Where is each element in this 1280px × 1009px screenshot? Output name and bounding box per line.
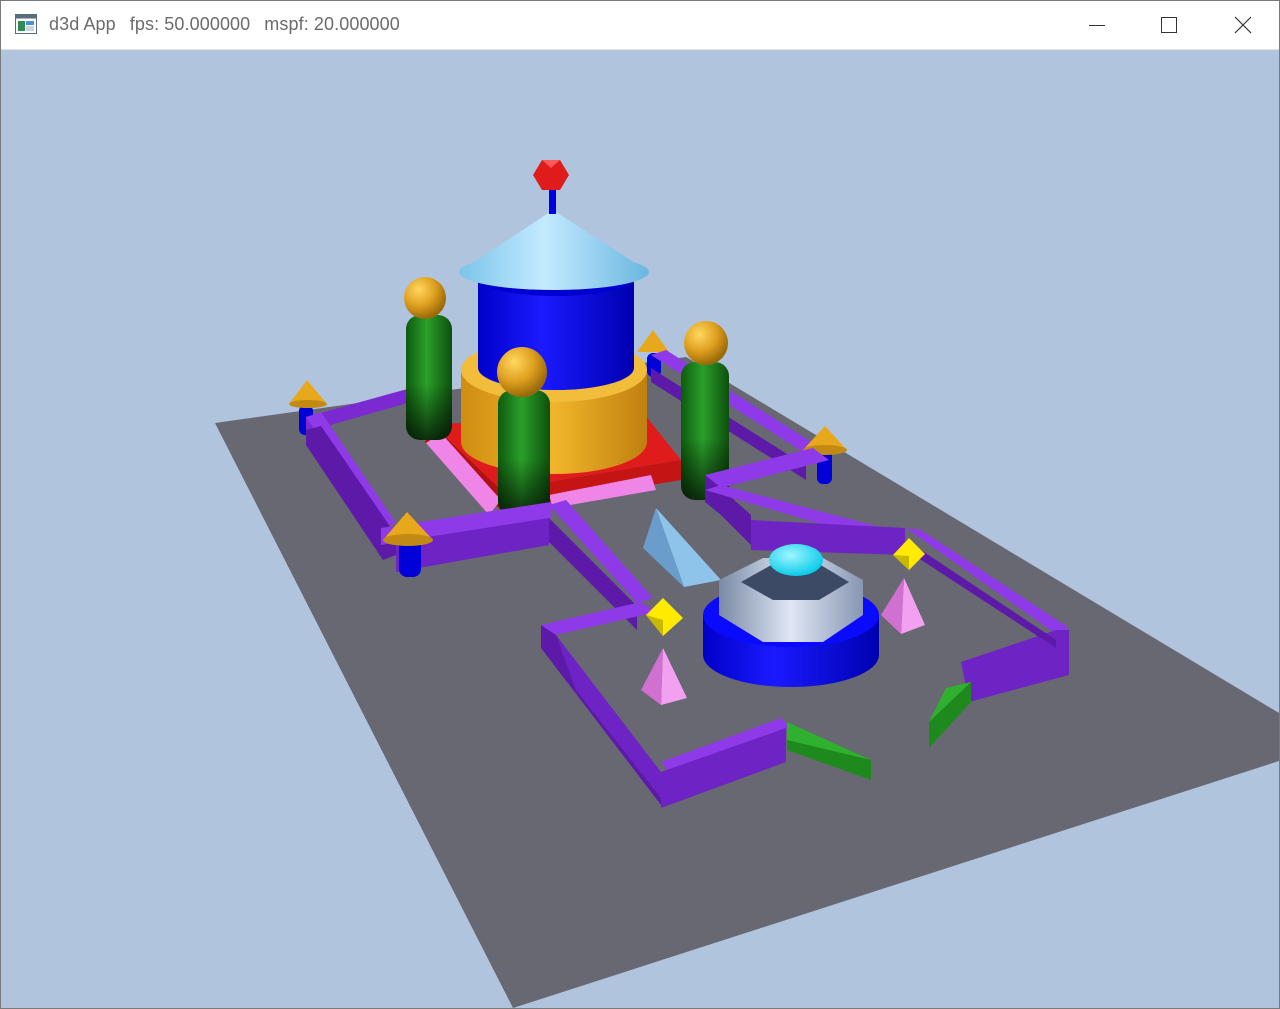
app-title: d3d App: [49, 14, 116, 34]
pillar-left: [404, 277, 452, 440]
render-viewport[interactable]: [1, 50, 1279, 1008]
mspf-readout: mspf: 20.000000: [264, 14, 400, 34]
fps-readout: fps: 50.000000: [129, 14, 251, 34]
tower-roof: [459, 160, 649, 290]
window-title: d3d App fps: 50.000000 mspf: 20.000000: [49, 14, 414, 35]
title-bar[interactable]: d3d App fps: 50.000000 mspf: 20.000000: [1, 1, 1279, 50]
close-button[interactable]: [1207, 1, 1279, 49]
pillar-front: [497, 347, 550, 515]
minimize-button[interactable]: [1061, 1, 1133, 49]
maximize-button[interactable]: [1133, 1, 1205, 49]
scene-canvas: [215, 160, 1279, 1008]
app-window: d3d App fps: 50.000000 mspf: 20.000000: [0, 0, 1280, 1009]
maximize-icon: [1161, 17, 1177, 33]
app-window-icon: [15, 14, 37, 34]
minimize-icon: [1089, 25, 1105, 26]
close-icon: [1234, 16, 1252, 34]
